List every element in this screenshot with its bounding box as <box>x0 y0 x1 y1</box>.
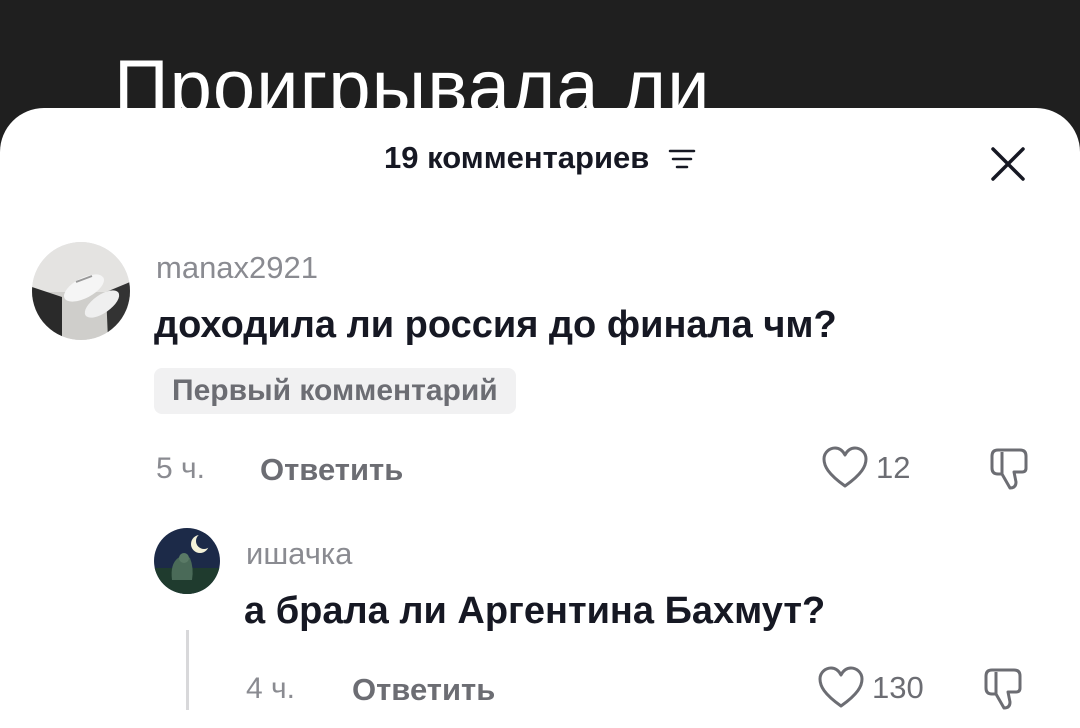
dislike-icon[interactable] <box>982 666 1028 712</box>
first-comment-badge: Первый комментарий <box>154 368 516 414</box>
comment-username[interactable]: ишачка <box>246 536 352 572</box>
like-count: 12 <box>876 450 911 485</box>
comments-sheet: 19 комментариев <box>0 108 1080 728</box>
comment-text: а брала ли Аргентина Бахмут? <box>244 590 826 632</box>
like-button[interactable]: 130 <box>818 666 948 710</box>
comment-count-label: 19 комментариев <box>384 140 650 175</box>
comment-text: доходила ли россия до финала чм? <box>154 304 837 346</box>
sort-filter-icon[interactable] <box>668 142 696 178</box>
comment-timestamp: 5 ч. <box>156 452 205 485</box>
reply-button[interactable]: Ответить <box>260 452 403 488</box>
comment-timestamp: 4 ч. <box>246 672 295 705</box>
comments-header: 19 комментариев <box>0 140 1080 190</box>
dislike-icon[interactable] <box>988 446 1034 492</box>
heart-icon <box>818 666 864 708</box>
reply-button[interactable]: Ответить <box>352 672 495 708</box>
like-count: 130 <box>872 670 924 705</box>
close-icon[interactable] <box>988 144 1028 184</box>
avatar[interactable] <box>154 528 220 594</box>
comment-username[interactable]: manax2921 <box>156 250 318 286</box>
like-button[interactable]: 12 <box>822 446 932 490</box>
reply-thread-line <box>186 630 189 710</box>
avatar[interactable] <box>32 242 130 340</box>
heart-icon <box>822 446 868 488</box>
comment-count-row: 19 комментариев <box>0 140 1080 178</box>
